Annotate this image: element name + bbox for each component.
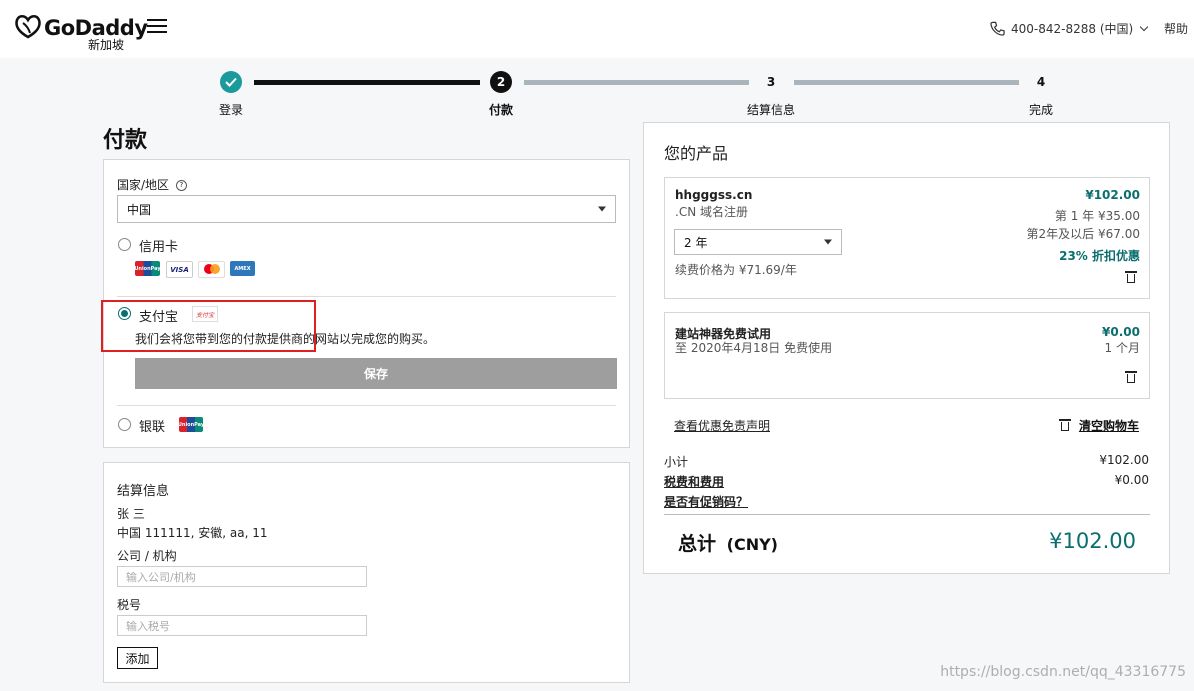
billing-card: 结算信息 张 三 中国 111111, 安徽, aa, 11 公司 / 机构 输…	[103, 462, 630, 683]
chevron-down-icon	[1139, 22, 1149, 32]
unionpay-label[interactable]: 银联	[139, 416, 165, 435]
domain-type: .CN 域名注册	[675, 205, 748, 219]
tax-id-label: 税号	[117, 598, 142, 612]
total-value: ¥102.00	[1049, 529, 1136, 553]
term-select[interactable]: 2 年	[674, 229, 842, 255]
trash-icon[interactable]	[1125, 371, 1137, 383]
step-line-done	[254, 80, 480, 85]
caret-down-icon	[598, 206, 606, 212]
subtotal-value: ¥102.00	[1099, 453, 1149, 467]
phone-icon	[990, 21, 1005, 36]
billing-name: 张 三	[117, 507, 145, 521]
step-3-label: 结算信息	[746, 103, 795, 117]
help-icon[interactable]: ?	[175, 180, 187, 191]
trash-icon	[1059, 419, 1072, 431]
top-header: GoDaddy 新加坡 400-842-8288 (中国) 帮助	[0, 0, 1194, 58]
step-1-check-icon	[220, 71, 242, 93]
domain-name: hhgggss.cn	[675, 188, 753, 202]
watermark: https://blog.csdn.net/qq_43316775	[940, 664, 1186, 680]
country-value: 中国	[127, 202, 152, 217]
total-label: 总计 (CNY)	[678, 533, 778, 555]
divider	[117, 405, 616, 406]
highlight-box	[101, 300, 316, 352]
cart-item-domain: hhgggss.cn .CN 域名注册 2 年 续费价格为 ¥71.69/年 ¥…	[664, 177, 1150, 299]
visa-icon: VISA	[166, 261, 193, 278]
godaddy-icon	[15, 14, 41, 39]
step-line-todo-1	[524, 80, 749, 85]
unionpay-radio[interactable]	[118, 418, 131, 431]
trial-price: ¥0.00	[1102, 325, 1140, 339]
divider	[117, 296, 616, 297]
billing-title: 结算信息	[117, 484, 170, 499]
discount-label: 23% 折扣优惠	[1059, 249, 1140, 263]
phone-number: 400-842-8288 (中国)	[1011, 22, 1134, 36]
step-2-label: 付款	[488, 103, 513, 117]
menu-icon[interactable]	[147, 19, 167, 33]
renewal-price: 续费价格为 ¥71.69/年	[675, 263, 797, 277]
year1-price: 第 1 年 ¥35.00	[1054, 209, 1140, 223]
step-2-circle: 2	[490, 71, 512, 93]
step-4-label: 完成	[1028, 103, 1053, 117]
trial-desc: 至 2020年4月18日 免费使用	[675, 341, 833, 355]
step-line-todo-2	[794, 80, 1019, 85]
trial-period: 1 个月	[1104, 341, 1140, 355]
year2-price: 第2年及以后 ¥67.00	[1026, 227, 1140, 241]
company-input[interactable]: 输入公司/机构	[117, 566, 367, 587]
step-1-label: 登录	[218, 103, 243, 117]
billing-address: 中国 111111, 安徽, aa, 11	[117, 526, 268, 540]
credit-card-radio[interactable]	[118, 238, 131, 251]
promo-code-link[interactable]: 是否有促销码？	[664, 493, 748, 510]
company-label: 公司 / 机构	[117, 549, 177, 563]
trash-icon[interactable]	[1125, 271, 1137, 283]
page-title: 付款	[103, 128, 148, 153]
unionpay-icon: UnionPay	[134, 261, 161, 276]
disclaimer-link[interactable]: 查看优惠免责声明	[674, 417, 770, 434]
region-label: 新加坡	[88, 38, 125, 52]
step-4-circle: 4	[1036, 75, 1046, 89]
country-select[interactable]: 中国	[117, 195, 616, 223]
country-label: 国家/地区 ?	[117, 176, 187, 193]
amex-icon: AMEX	[230, 261, 255, 276]
step-3-circle: 3	[766, 75, 776, 89]
subtotal-label: 小计	[664, 455, 689, 469]
tax-fees-link[interactable]: 税费和费用	[664, 473, 724, 490]
cart-title: 您的产品	[664, 144, 729, 163]
term-value: 2 年	[684, 235, 708, 250]
mastercard-icon	[198, 261, 225, 278]
clear-cart-link[interactable]: 清空购物车	[1059, 417, 1139, 434]
save-button[interactable]: 保存	[135, 358, 617, 389]
cart-card: 您的产品 hhgggss.cn .CN 域名注册 2 年 续费价格为 ¥71.6…	[643, 122, 1170, 574]
add-button[interactable]: 添加	[117, 647, 158, 669]
credit-card-label[interactable]: 信用卡	[139, 236, 178, 255]
unionpay-logo-icon: UnionPay	[178, 417, 204, 432]
tax-id-input[interactable]: 输入税号	[117, 615, 367, 636]
phone-dropdown[interactable]: 400-842-8288 (中国)	[990, 20, 1149, 37]
domain-price: ¥102.00	[1085, 188, 1140, 202]
tax-value: ¥0.00	[1114, 473, 1149, 487]
help-link[interactable]: 帮助	[1164, 20, 1188, 37]
divider	[664, 514, 1150, 515]
caret-down-icon	[824, 239, 832, 245]
cart-item-trial: 建站神器免费试用 至 2020年4月18日 免费使用 ¥0.00 1 个月	[664, 312, 1150, 399]
clear-cart-label: 清空购物车	[1078, 419, 1139, 433]
